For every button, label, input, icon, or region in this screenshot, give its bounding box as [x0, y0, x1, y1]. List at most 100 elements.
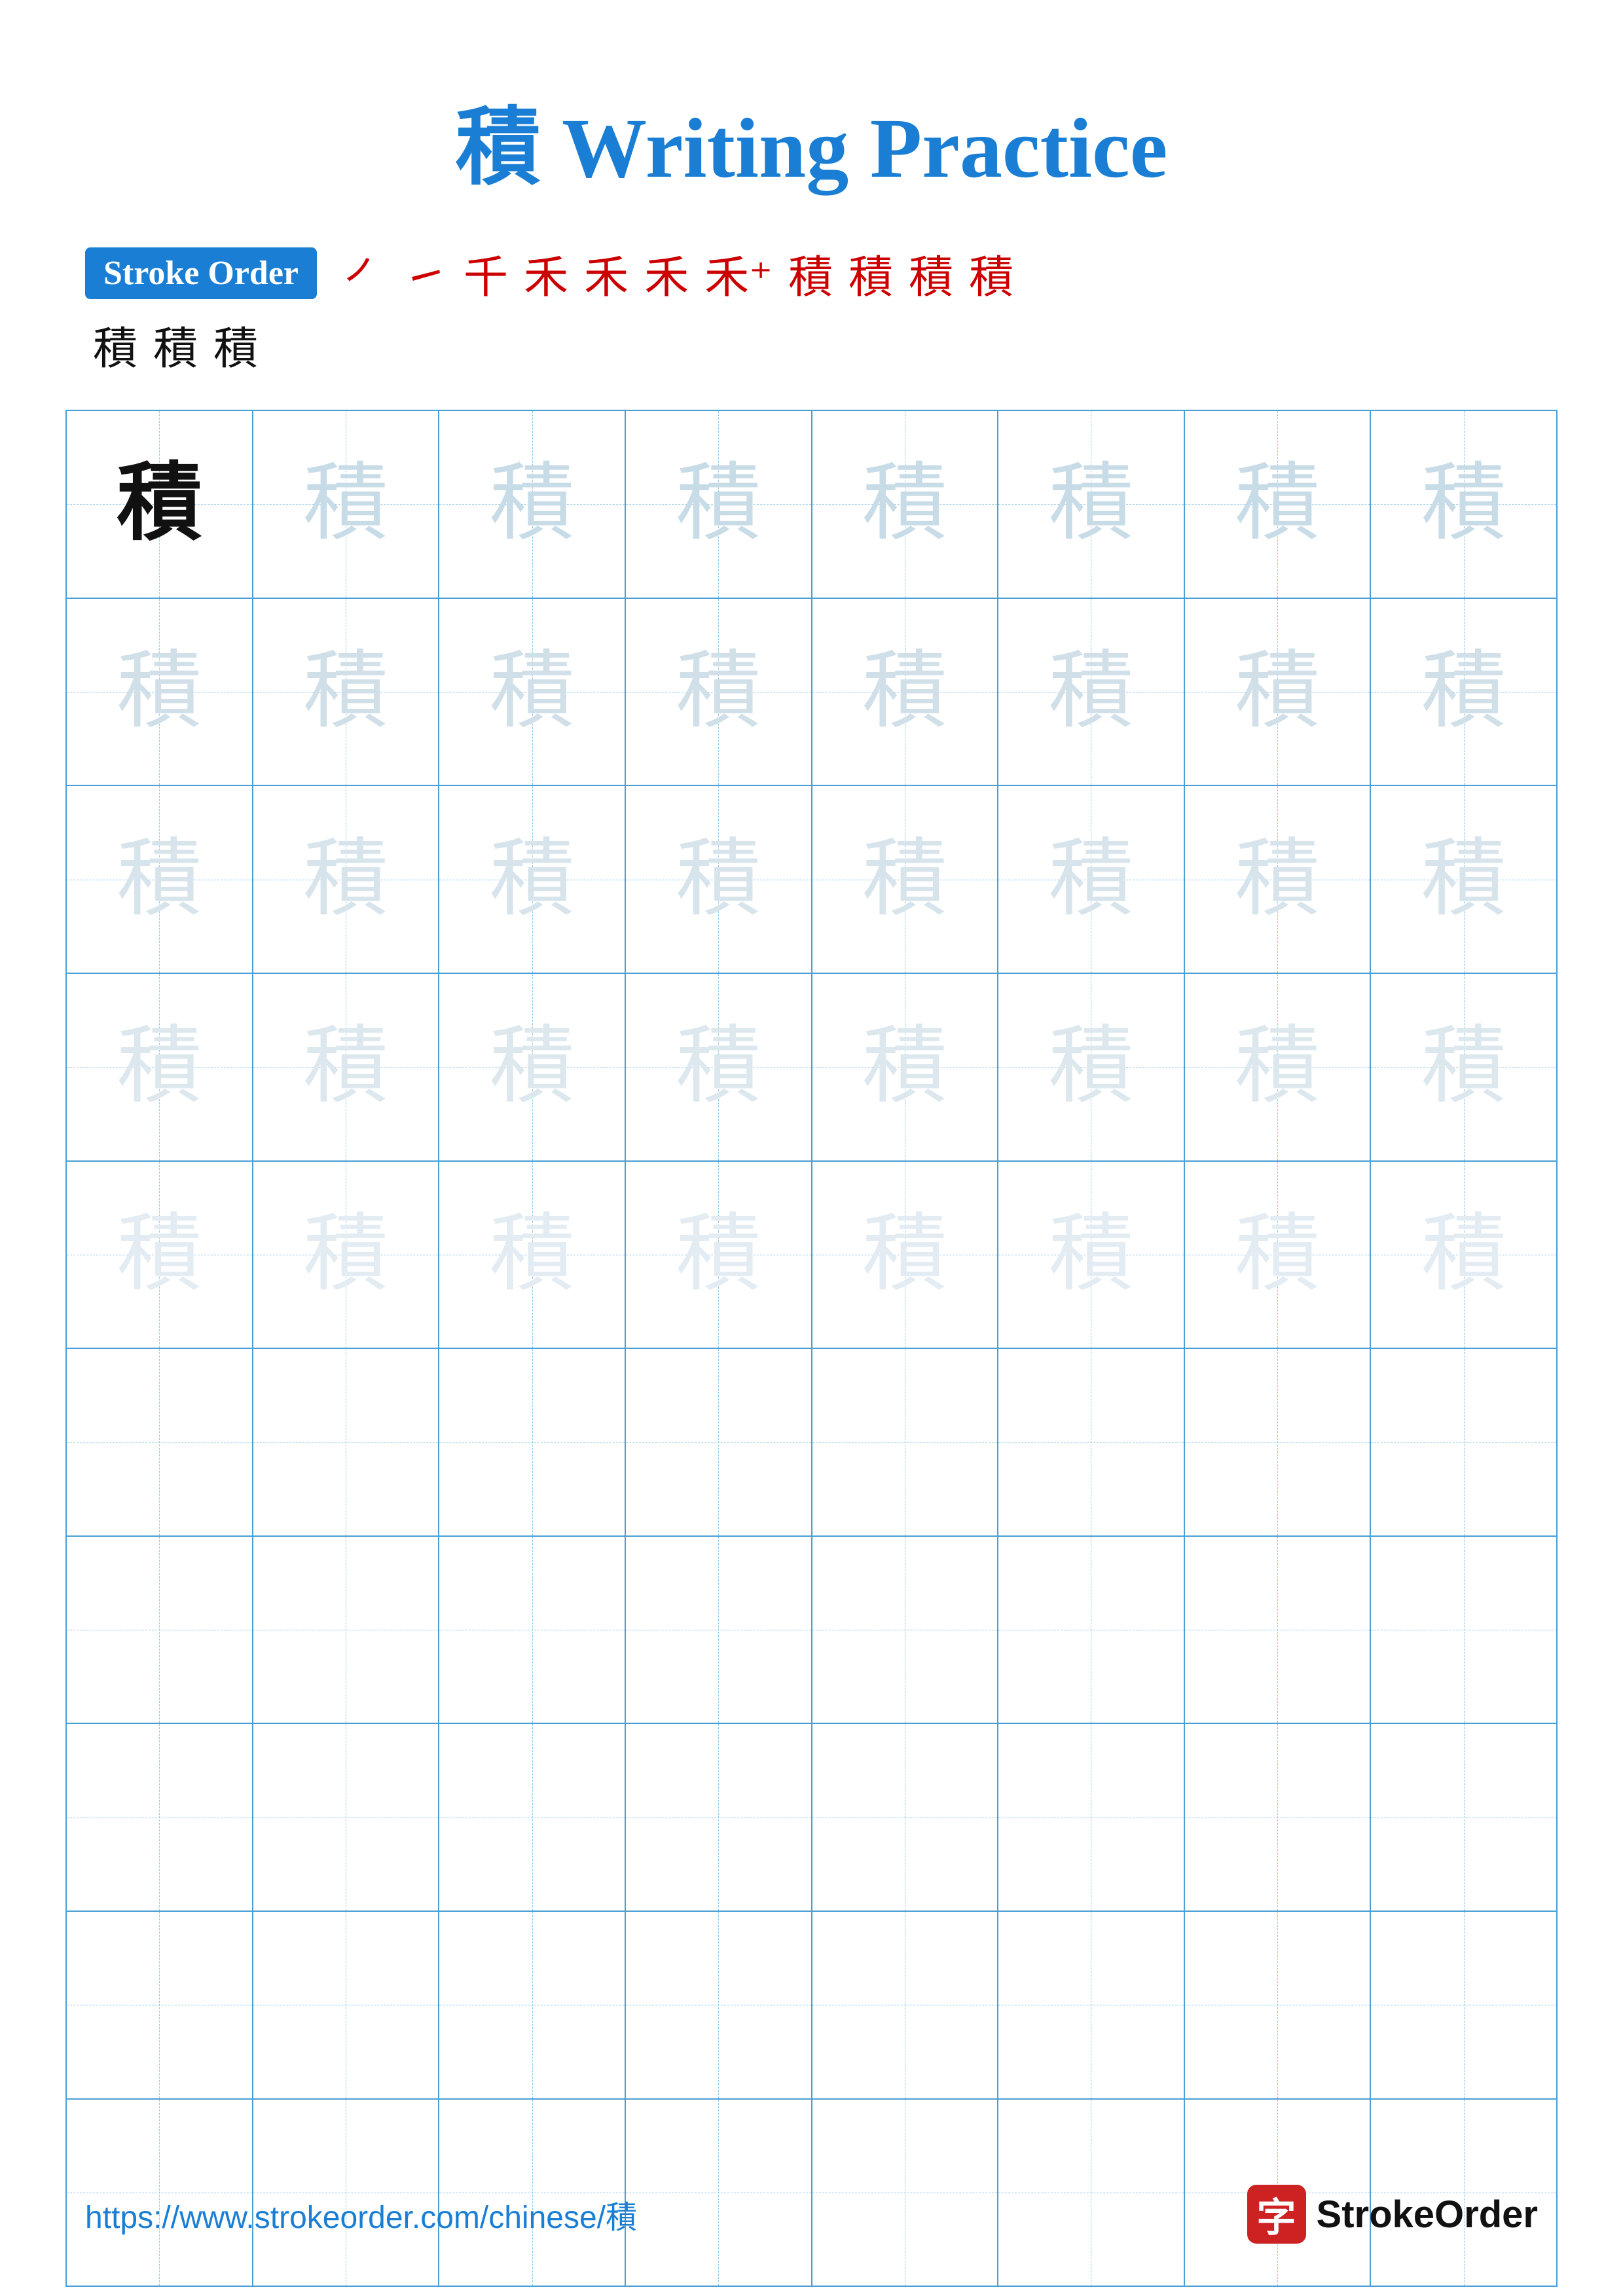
- grid-cell-5-8: 積: [1371, 1162, 1556, 1348]
- grid-cell-7-5[interactable]: [812, 1537, 999, 1723]
- stroke-7: 禾⁺: [697, 241, 780, 306]
- grid-row-7: [67, 1537, 1556, 1725]
- grid-cell-2-4: 積: [626, 599, 812, 785]
- grid-cell-1-8: 積: [1371, 411, 1556, 598]
- grid-cell-6-7[interactable]: [1185, 1349, 1372, 1535]
- grid-cell-5-1: 積: [67, 1162, 253, 1348]
- grid-cell-5-3: 積: [439, 1162, 626, 1348]
- grid-cell-3-7: 積: [1185, 786, 1372, 973]
- footer-logo-icon: 字: [1247, 2185, 1306, 2244]
- practice-grid: 積 積 積 積 積 積 積 積: [65, 410, 1558, 2287]
- grid-cell-1-3: 積: [439, 411, 626, 598]
- grid-row-1: 積 積 積 積 積 積 積 積: [67, 411, 1556, 599]
- stroke-order-row: Stroke Order ㇒ ㇀ 千 禾 禾 禾 禾⁺ 積 積 積 積: [85, 241, 1538, 306]
- grid-cell-8-7[interactable]: [1185, 1724, 1372, 1910]
- grid-row-8: [67, 1724, 1556, 1912]
- stroke-10: 積: [901, 241, 961, 306]
- grid-cell-4-3: 積: [439, 974, 626, 1160]
- grid-cell-6-6[interactable]: [998, 1349, 1185, 1535]
- stroke-13: 積: [145, 312, 206, 377]
- grid-cell-8-3[interactable]: [439, 1724, 626, 1910]
- grid-cell-9-7[interactable]: [1185, 1912, 1372, 2098]
- stroke-6: 禾: [636, 241, 697, 306]
- grid-cell-6-8[interactable]: [1371, 1349, 1556, 1535]
- title-text: Writing Practice: [541, 101, 1168, 196]
- grid-row-2: 積 積 積 積 積 積 積 積: [67, 599, 1556, 787]
- grid-cell-7-7[interactable]: [1185, 1537, 1372, 1723]
- grid-cell-4-1: 積: [67, 974, 253, 1160]
- title-character: 積: [456, 101, 541, 196]
- grid-cell-5-7: 積: [1185, 1162, 1372, 1348]
- grid-cell-4-6: 積: [998, 974, 1185, 1160]
- grid-cell-1-4: 積: [626, 411, 812, 598]
- grid-cell-4-8: 積: [1371, 974, 1556, 1160]
- grid-cell-2-5: 積: [812, 599, 999, 785]
- grid-cell-4-2: 積: [253, 974, 440, 1160]
- stroke-order-section: Stroke Order ㇒ ㇀ 千 禾 禾 禾 禾⁺ 積 積 積 積 積 積 …: [0, 241, 1623, 377]
- grid-row-4: 積 積 積 積 積 積 積 積: [67, 974, 1556, 1162]
- grid-cell-3-1: 積: [67, 786, 253, 973]
- grid-cell-7-6[interactable]: [998, 1537, 1185, 1723]
- grid-cell-8-1[interactable]: [67, 1724, 253, 1910]
- grid-cell-8-2[interactable]: [253, 1724, 440, 1910]
- stroke-4: 禾: [516, 241, 576, 306]
- stroke-chars: ㇒ ㇀ 千 禾 禾 禾 禾⁺ 積 積 積 積: [335, 241, 1021, 306]
- stroke-order-badge: Stroke Order: [85, 247, 317, 299]
- grid-cell-4-5: 積: [812, 974, 999, 1160]
- practice-grid-container: 積 積 積 積 積 積 積 積: [0, 410, 1623, 2287]
- grid-cell-9-1[interactable]: [67, 1912, 253, 2098]
- grid-cell-1-7: 積: [1185, 411, 1372, 598]
- grid-cell-2-2: 積: [253, 599, 440, 785]
- stroke-5: 禾: [576, 241, 636, 306]
- footer-url[interactable]: https://www.strokeorder.com/chinese/積: [85, 2191, 637, 2237]
- grid-cell-6-4[interactable]: [626, 1349, 812, 1535]
- stroke-9: 積: [841, 241, 901, 306]
- grid-row-3: 積 積 積 積 積 積 積 積: [67, 786, 1556, 974]
- grid-cell-1-5: 積: [812, 411, 999, 598]
- stroke-1: ㇒: [335, 241, 395, 306]
- grid-cell-9-4[interactable]: [626, 1912, 812, 2098]
- grid-cell-6-5[interactable]: [812, 1349, 999, 1535]
- grid-row-5: 積 積 積 積 積 積 積 積: [67, 1162, 1556, 1350]
- grid-cell-3-3: 積: [439, 786, 626, 973]
- footer: https://www.strokeorder.com/chinese/積 字 …: [0, 2185, 1623, 2244]
- grid-cell-8-8[interactable]: [1371, 1724, 1556, 1910]
- grid-cell-5-5: 積: [812, 1162, 999, 1348]
- grid-cell-4-7: 積: [1185, 974, 1372, 1160]
- grid-cell-3-5: 積: [812, 786, 999, 973]
- grid-cell-1-6: 積: [998, 411, 1185, 598]
- grid-cell-3-4: 積: [626, 786, 812, 973]
- grid-cell-7-1[interactable]: [67, 1537, 253, 1723]
- grid-cell-8-5[interactable]: [812, 1724, 999, 1910]
- grid-cell-7-2[interactable]: [253, 1537, 440, 1723]
- stroke-3: 千: [456, 241, 516, 306]
- grid-cell-9-2[interactable]: [253, 1912, 440, 2098]
- stroke-overflow-row: 積 積 積: [85, 312, 1538, 377]
- footer-logo: 字 StrokeOrder: [1247, 2185, 1538, 2244]
- grid-cell-6-2[interactable]: [253, 1349, 440, 1535]
- grid-cell-3-2: 積: [253, 786, 440, 973]
- stroke-14: 積: [206, 312, 266, 377]
- grid-cell-9-5[interactable]: [812, 1912, 999, 2098]
- page-title: 積 Writing Practice: [0, 0, 1623, 241]
- grid-cell-9-8[interactable]: [1371, 1912, 1556, 2098]
- grid-cell-7-4[interactable]: [626, 1537, 812, 1723]
- grid-cell-6-1[interactable]: [67, 1349, 253, 1535]
- grid-cell-6-3[interactable]: [439, 1349, 626, 1535]
- grid-cell-7-3[interactable]: [439, 1537, 626, 1723]
- grid-row-6: [67, 1349, 1556, 1537]
- stroke-8: 積: [780, 241, 841, 306]
- grid-cell-1-2: 積: [253, 411, 440, 598]
- grid-cell-2-8: 積: [1371, 599, 1556, 785]
- grid-cell-8-6[interactable]: [998, 1724, 1185, 1910]
- grid-cell-9-3[interactable]: [439, 1912, 626, 2098]
- stroke-12: 積: [85, 312, 145, 377]
- grid-cell-5-4: 積: [626, 1162, 812, 1348]
- grid-cell-9-6[interactable]: [998, 1912, 1185, 2098]
- grid-cell-5-6: 積: [998, 1162, 1185, 1348]
- grid-cell-2-3: 積: [439, 599, 626, 785]
- grid-cell-8-4[interactable]: [626, 1724, 812, 1910]
- grid-cell-2-1: 積: [67, 599, 253, 785]
- grid-cell-7-8[interactable]: [1371, 1537, 1556, 1723]
- grid-cell-2-7: 積: [1185, 599, 1372, 785]
